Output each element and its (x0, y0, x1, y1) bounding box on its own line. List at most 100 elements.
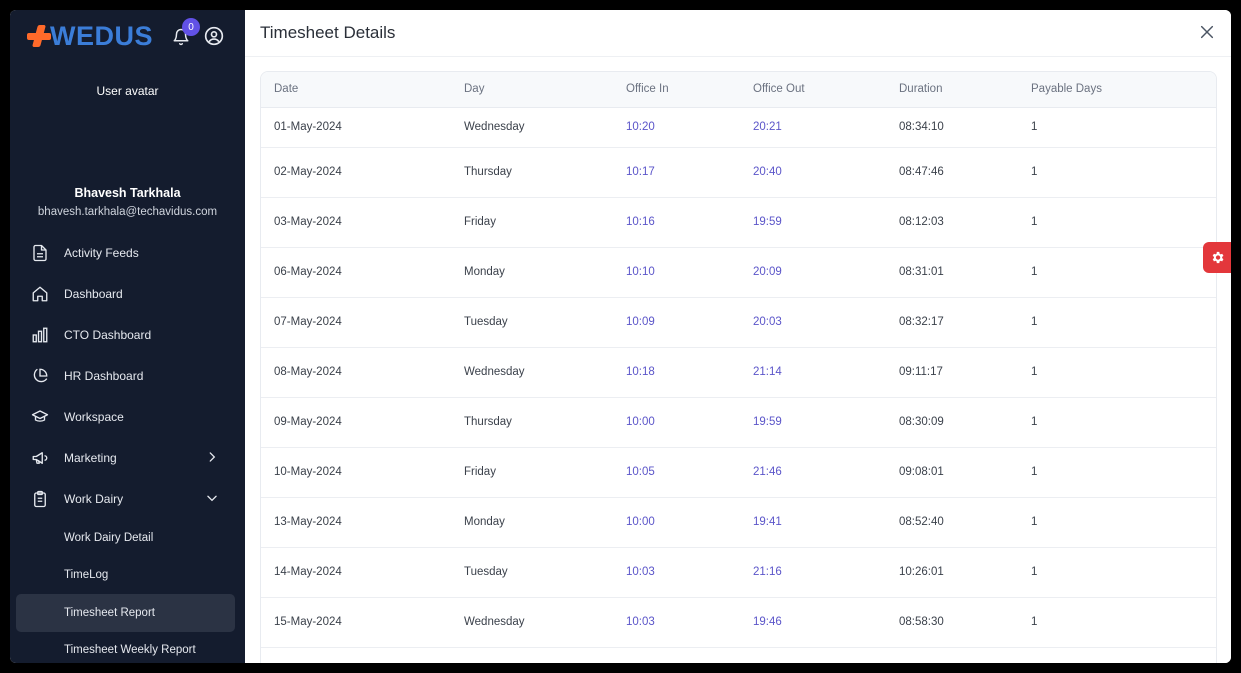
megaphone-icon (30, 448, 50, 468)
date-cell: 13-May-2024 (261, 497, 464, 548)
settings-button[interactable] (1203, 242, 1231, 273)
logo[interactable]: WEDUS (26, 21, 153, 52)
office-in-cell[interactable]: 10:17 (626, 147, 753, 198)
office-in-cell[interactable]: 10:05 (626, 447, 753, 498)
column-header-office-out: Office Out (753, 72, 899, 108)
sidebar-subitem-timesheet-weekly-report[interactable]: Timesheet Weekly Report (10, 632, 245, 664)
office-out-cell[interactable]: 20:03 (753, 297, 899, 348)
duration-cell: 08:52:40 (899, 497, 1031, 548)
office-out-cell[interactable]: 20:21 (753, 107, 899, 148)
date-cell: 02-May-2024 (261, 147, 464, 198)
table-row: 02-May-2024 Thursday 10:17 20:40 08:47:46 1 (261, 147, 1216, 198)
sidebar-item-label: CTO Dashboard (64, 327, 152, 342)
timesheet-table-container[interactable]: Date Day Office In Office Out Duration P… (260, 71, 1217, 663)
payable-days-cell: 1 (1031, 547, 1216, 598)
office-in-cell[interactable]: 10:03 (626, 547, 753, 598)
chevron-down-icon[interactable] (205, 491, 219, 505)
table-row: 06-May-2024 Monday 10:10 20:09 08:31:01 1 (261, 247, 1216, 298)
day-cell: Friday (464, 447, 626, 498)
sidebar-menu: Activity Feeds Dashboard CTO Dashboard H… (10, 232, 245, 663)
avatar-alt-text: User avatar (96, 84, 159, 98)
sidebar-item-dashboard[interactable]: Dashboard (10, 273, 245, 314)
date-cell: 08-May-2024 (261, 347, 464, 398)
sidebar-item-label: Marketing (64, 450, 117, 465)
day-cell: Wednesday (464, 597, 626, 648)
office-out-cell[interactable]: 19:41 (753, 497, 899, 548)
duration-cell (899, 647, 1031, 663)
sidebar-item-label: HR Dashboard (64, 368, 144, 383)
day-cell: Thursday (464, 147, 626, 198)
sidebar-subitem-timesheet-report[interactable]: Timesheet Report (16, 594, 235, 632)
office-in-cell[interactable]: 10:00 (626, 397, 753, 448)
date-cell: 14-May-2024 (261, 547, 464, 598)
table-row: 03-May-2024 Friday 10:16 19:59 08:12:03 1 (261, 197, 1216, 248)
office-in-cell[interactable]: 10:10 (626, 247, 753, 298)
sidebar-item-work-dairy[interactable]: Work Dairy (10, 478, 245, 519)
sidebar-item-workspace[interactable]: Workspace (10, 396, 245, 437)
duration-cell: 08:31:01 (899, 247, 1031, 298)
sidebar-subitem-work-dairy-detail[interactable]: Work Dairy Detail (10, 519, 245, 557)
day-cell: Wednesday (464, 107, 626, 148)
payable-days-cell: 1 (1031, 497, 1216, 548)
table-row: 10-May-2024 Friday 10:05 21:46 09:08:01 1 (261, 447, 1216, 498)
office-out-cell[interactable]: 21:14 (753, 347, 899, 398)
date-cell: 01-May-2024 (261, 107, 464, 148)
office-in-cell[interactable] (626, 647, 753, 663)
office-in-cell[interactable]: 10:20 (626, 107, 753, 148)
chevron-right-icon[interactable] (205, 450, 219, 464)
sidebar-header: WEDUS 0 (10, 10, 245, 62)
notification-badge: 0 (182, 18, 200, 36)
payable-days-cell: 1 (1031, 347, 1216, 398)
column-header-day: Day (464, 72, 626, 108)
user-circle-icon[interactable] (204, 26, 224, 46)
sidebar-item-activity-feeds[interactable]: Activity Feeds (10, 232, 245, 273)
table-row: 15-May-2024 Wednesday 10:03 19:46 08:58:30 1 (261, 597, 1216, 648)
duration-cell: 08:34:10 (899, 107, 1031, 148)
date-cell: 15-May-2024 (261, 597, 464, 648)
sidebar-item-cto-dashboard[interactable]: CTO Dashboard (10, 314, 245, 355)
table-row: 07-May-2024 Tuesday 10:09 20:03 08:32:17 1 (261, 297, 1216, 348)
office-in-cell[interactable]: 10:03 (626, 597, 753, 648)
day-cell: Wednesday (464, 347, 626, 398)
payable-days-cell: 1 (1031, 597, 1216, 648)
table-row (261, 647, 1216, 663)
avatar: User avatar (10, 84, 245, 98)
duration-cell: 08:30:09 (899, 397, 1031, 448)
gear-icon (1212, 251, 1223, 264)
office-in-cell[interactable]: 10:00 (626, 497, 753, 548)
column-header-date: Date (261, 72, 464, 108)
office-in-cell[interactable]: 10:16 (626, 197, 753, 248)
sidebar-item-marketing[interactable]: Marketing (10, 437, 245, 478)
office-out-cell[interactable]: 20:40 (753, 147, 899, 198)
panel-header: Timesheet Details (245, 10, 1231, 57)
page-title: Timesheet Details (260, 23, 396, 42)
date-cell: 07-May-2024 (261, 297, 464, 348)
day-cell: Tuesday (464, 547, 626, 598)
duration-cell: 09:11:17 (899, 347, 1031, 398)
table-row: 14-May-2024 Tuesday 10:03 21:16 10:26:01 1 (261, 547, 1216, 598)
duration-cell: 10:26:01 (899, 547, 1031, 598)
day-cell: Friday (464, 197, 626, 248)
office-in-cell[interactable]: 10:18 (626, 347, 753, 398)
payable-days-cell: 1 (1031, 107, 1216, 148)
user-email: bhavesh.tarkhala@techavidus.com (37, 206, 218, 218)
office-out-cell[interactable]: 19:46 (753, 597, 899, 648)
office-out-cell[interactable]: 21:46 (753, 447, 899, 498)
office-out-cell[interactable]: 21:16 (753, 547, 899, 598)
office-out-cell[interactable]: 19:59 (753, 197, 899, 248)
sidebar-subitem-timelog[interactable]: TimeLog (10, 557, 245, 595)
sidebar-item-hr-dashboard[interactable]: HR Dashboard (10, 355, 245, 396)
close-icon[interactable] (1199, 24, 1215, 40)
duration-cell: 08:12:03 (899, 197, 1031, 248)
office-out-cell[interactable]: 19:59 (753, 397, 899, 448)
office-out-cell[interactable]: 20:09 (753, 247, 899, 298)
sidebar-item-label: Work Dairy (64, 491, 124, 506)
office-out-cell[interactable] (753, 647, 899, 663)
logo-text: WEDUS (50, 20, 153, 51)
home-icon (30, 284, 50, 304)
table-row: 08-May-2024 Wednesday 10:18 21:14 09:11:17 1 (261, 347, 1216, 398)
table-row: 09-May-2024 Thursday 10:00 19:59 08:30:09 1 (261, 397, 1216, 448)
sidebar-item-label: Activity Feeds (64, 245, 139, 260)
office-in-cell[interactable]: 10:09 (626, 297, 753, 348)
day-cell: Monday (464, 247, 626, 298)
